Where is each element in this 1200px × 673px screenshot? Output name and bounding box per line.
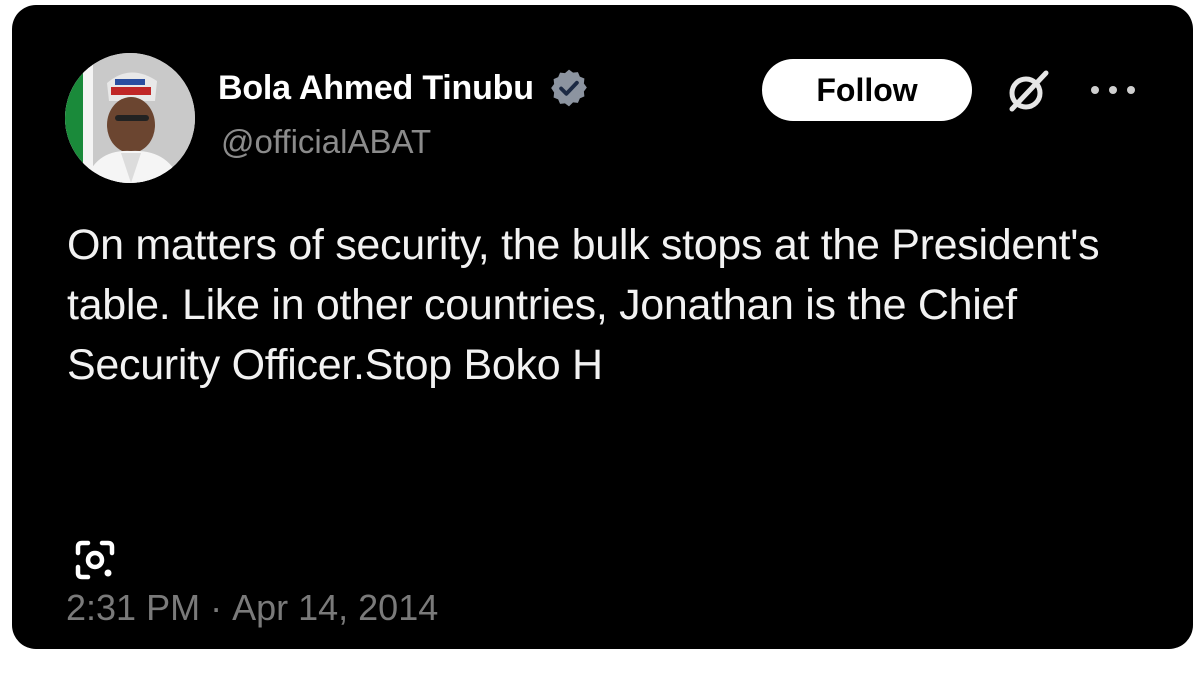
timestamp-separator: · <box>210 587 223 628</box>
author-display-name[interactable]: Bola Ahmed Tinubu <box>218 69 534 108</box>
author-handle[interactable]: @officialABAT <box>221 123 431 161</box>
more-icon[interactable] <box>1087 75 1139 105</box>
avatar-photo <box>65 53 195 183</box>
tweet-card: Bola Ahmed Tinubu @officialABAT Follow O… <box>12 5 1193 649</box>
verified-badge-icon[interactable] <box>548 67 590 109</box>
author-name-row: Bola Ahmed Tinubu <box>218 53 590 123</box>
google-lens-icon[interactable] <box>68 533 122 587</box>
tweet-text: On matters of security, the bulk stops a… <box>67 221 1100 389</box>
tweet-timestamp[interactable]: 2:31 PM · Apr 14, 2014 <box>66 587 438 629</box>
tweet-date: Apr 14, 2014 <box>232 587 439 628</box>
grok-icon[interactable] <box>1004 67 1052 115</box>
follow-button[interactable]: Follow <box>762 59 972 121</box>
author-avatar[interactable] <box>65 53 195 183</box>
tweet-time: 2:31 PM <box>66 587 201 628</box>
